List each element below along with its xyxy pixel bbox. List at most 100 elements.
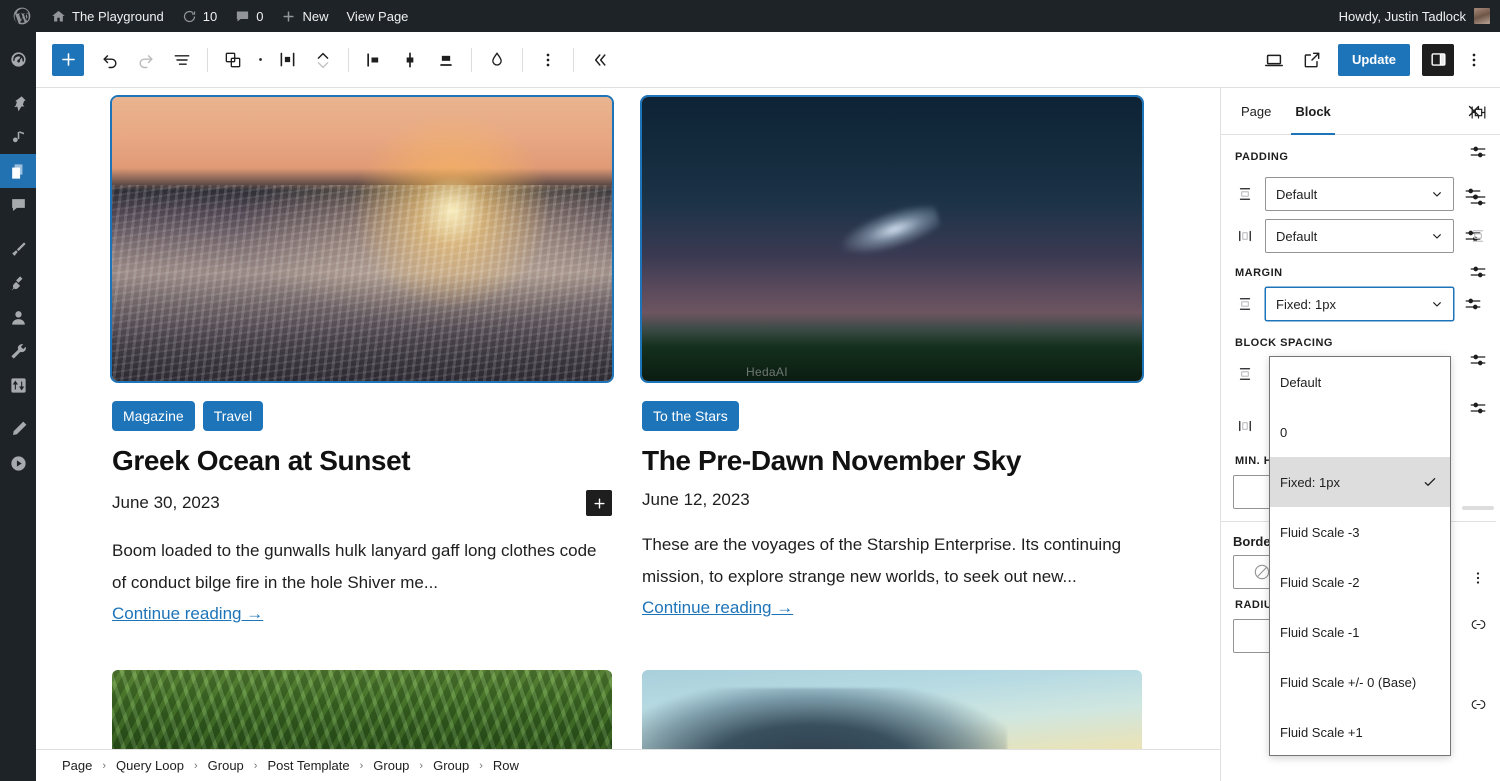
post-featured-image[interactable]: HedaAI: [642, 97, 1142, 381]
sidebar-item-appearance[interactable]: [0, 232, 36, 266]
padding-vertical-rail-sliders[interactable]: [1466, 140, 1490, 164]
dimensions-options-button[interactable]: [1466, 100, 1490, 124]
breadcrumb-item-group-1[interactable]: Group: [206, 758, 246, 773]
continue-reading-link[interactable]: Continue reading →: [112, 604, 263, 623]
margin-options-button[interactable]: [1466, 224, 1490, 248]
sidebar-item-comments[interactable]: [0, 188, 36, 222]
align-center-button[interactable]: [392, 42, 428, 78]
sidebar-item-settings[interactable]: [0, 368, 36, 402]
sidebar-item-player[interactable]: [0, 446, 36, 480]
view-external-button[interactable]: [1294, 42, 1330, 78]
post-title[interactable]: Greek Ocean at Sunset: [112, 445, 612, 477]
post-card[interactable]: [112, 669, 612, 749]
margin-option-fluid-scale-minus-3[interactable]: Fluid Scale -3: [1270, 507, 1450, 557]
editor-canvas[interactable]: Magazine Travel Greek Ocean at Sunset Ju…: [36, 88, 1220, 749]
margin-option-fluid-scale-minus-2[interactable]: Fluid Scale -2: [1270, 557, 1450, 607]
add-block-button[interactable]: [52, 43, 84, 76]
breadcrumb-item-post-template[interactable]: Post Template: [265, 758, 351, 773]
post-excerpt[interactable]: These are the voyages of the Starship En…: [642, 529, 1142, 623]
padding-vertical-select[interactable]: Default: [1265, 177, 1454, 211]
admin-bar-site-name[interactable]: The Playground: [42, 0, 173, 32]
margin-vertical-rail-sliders[interactable]: [1466, 260, 1490, 284]
margin-option-fixed-1px[interactable]: Fixed: 1px: [1270, 457, 1450, 507]
admin-bar-comments[interactable]: 0: [226, 0, 272, 32]
block-spacing-vertical-rail-sliders[interactable]: [1466, 348, 1490, 372]
breadcrumb-item-query-loop[interactable]: Query Loop: [114, 758, 186, 773]
margin-option-fluid-scale-base[interactable]: Fluid Scale +/- 0 (Base): [1270, 657, 1450, 707]
check-icon: [1422, 474, 1438, 490]
post-featured-image[interactable]: [642, 669, 1142, 749]
admin-bar-wordpress-logo[interactable]: [0, 0, 42, 32]
row-block-button[interactable]: [269, 42, 305, 78]
sidebar-item-media[interactable]: [0, 120, 36, 154]
margin-vertical-sliders-button[interactable]: [1462, 295, 1484, 313]
post-featured-image[interactable]: [112, 97, 612, 381]
margin-option-label: Fluid Scale -3: [1280, 524, 1360, 540]
more-menu-button[interactable]: [1456, 42, 1492, 78]
tab-block[interactable]: Block: [1283, 88, 1342, 135]
continue-reading-link[interactable]: Continue reading →: [642, 598, 793, 617]
align-bottom-button[interactable]: [428, 42, 464, 78]
collapse-toolbar-button[interactable]: [581, 42, 617, 78]
margin-option-fluid-scale-plus-1[interactable]: Fluid Scale +1: [1270, 707, 1450, 755]
border-options-button[interactable]: [1466, 566, 1490, 590]
duplicate-block-button[interactable]: [215, 42, 251, 78]
margin-option-0[interactable]: 0: [1270, 407, 1450, 457]
admin-bar-new[interactable]: New: [272, 0, 337, 32]
breadcrumb-separator: ›: [479, 759, 483, 772]
padding-horizontal-select[interactable]: Default: [1265, 219, 1454, 253]
sidebar-item-plugins[interactable]: [0, 266, 36, 300]
margin-dropdown-listbox[interactable]: Default 0 Fixed: 1px Fluid Scale -3 Flui…: [1269, 356, 1451, 756]
sidebar-item-dashboard[interactable]: [0, 42, 36, 76]
post-card[interactable]: HedaAI To the Stars The Pre-Dawn Novembe…: [642, 97, 1142, 630]
undo-button[interactable]: [92, 42, 128, 78]
post-featured-image[interactable]: [112, 669, 612, 749]
settings-sidebar-toggle[interactable]: [1422, 43, 1454, 76]
sidebar-item-posts[interactable]: [0, 86, 36, 120]
post-card[interactable]: Magazine Travel Greek Ocean at Sunset Ju…: [112, 97, 612, 630]
sidebar-item-tools[interactable]: [0, 334, 36, 368]
image-watermark: HedaAI: [746, 365, 788, 379]
padding-horizontal-rail-sliders[interactable]: [1466, 188, 1490, 212]
post-date[interactable]: June 12, 2023: [642, 490, 750, 510]
breadcrumb-separator: ›: [419, 759, 424, 772]
breadcrumb-item-group-3[interactable]: Group: [431, 758, 471, 773]
radius-link-sides-button[interactable]: [1466, 692, 1490, 716]
post-term[interactable]: Travel: [202, 401, 264, 431]
margin-option-default[interactable]: Default: [1270, 357, 1450, 407]
color-options-button[interactable]: [479, 42, 515, 78]
sidebar-item-users[interactable]: [0, 300, 36, 334]
post-excerpt[interactable]: Boom loaded to the gunwalls hulk lanyard…: [112, 535, 612, 629]
post-title[interactable]: The Pre-Dawn November Sky: [642, 445, 1142, 477]
inline-block-inserter[interactable]: [586, 490, 612, 517]
list-view-button[interactable]: [164, 42, 200, 78]
admin-bar: The Playground 10 0 New View Page Howdy,…: [0, 0, 1500, 32]
admin-bar-updates[interactable]: 10: [173, 0, 226, 32]
toolbar-dot-separator: [251, 57, 269, 62]
update-button[interactable]: Update: [1337, 43, 1410, 76]
block-spacing-horizontal-rail-sliders[interactable]: [1466, 396, 1490, 420]
tab-page[interactable]: Page: [1229, 88, 1283, 134]
margin-option-fluid-scale-minus-1[interactable]: Fluid Scale -1: [1270, 607, 1450, 657]
post-term[interactable]: Magazine: [112, 401, 195, 431]
breadcrumb-item-page[interactable]: Page: [60, 758, 94, 773]
admin-bar-account[interactable]: Howdy, Justin Tadlock: [1339, 8, 1500, 24]
post-term[interactable]: To the Stars: [642, 401, 739, 431]
toolbar-divider-5: [573, 47, 574, 72]
breadcrumb-item-row[interactable]: Row: [491, 758, 521, 773]
sidebar-item-editor[interactable]: [0, 412, 36, 446]
sidebar-item-pages[interactable]: [0, 154, 36, 188]
align-left-button[interactable]: [356, 42, 392, 78]
post-card[interactable]: [642, 669, 1142, 749]
block-mover-button[interactable]: [305, 42, 341, 78]
redo-button[interactable]: [128, 42, 164, 78]
admin-bar-view-page[interactable]: View Page: [338, 0, 418, 32]
breadcrumb-item-group-2[interactable]: Group: [371, 758, 411, 773]
device-preview-button[interactable]: [1256, 42, 1292, 78]
min-height-range-slider[interactable]: [1462, 506, 1494, 510]
sliders-icon: [1470, 146, 1486, 158]
border-link-sides-button[interactable]: [1466, 612, 1490, 636]
margin-vertical-select[interactable]: Fixed: 1px: [1265, 287, 1454, 321]
block-options-button[interactable]: [530, 42, 566, 78]
post-date[interactable]: June 30, 2023: [112, 493, 220, 513]
